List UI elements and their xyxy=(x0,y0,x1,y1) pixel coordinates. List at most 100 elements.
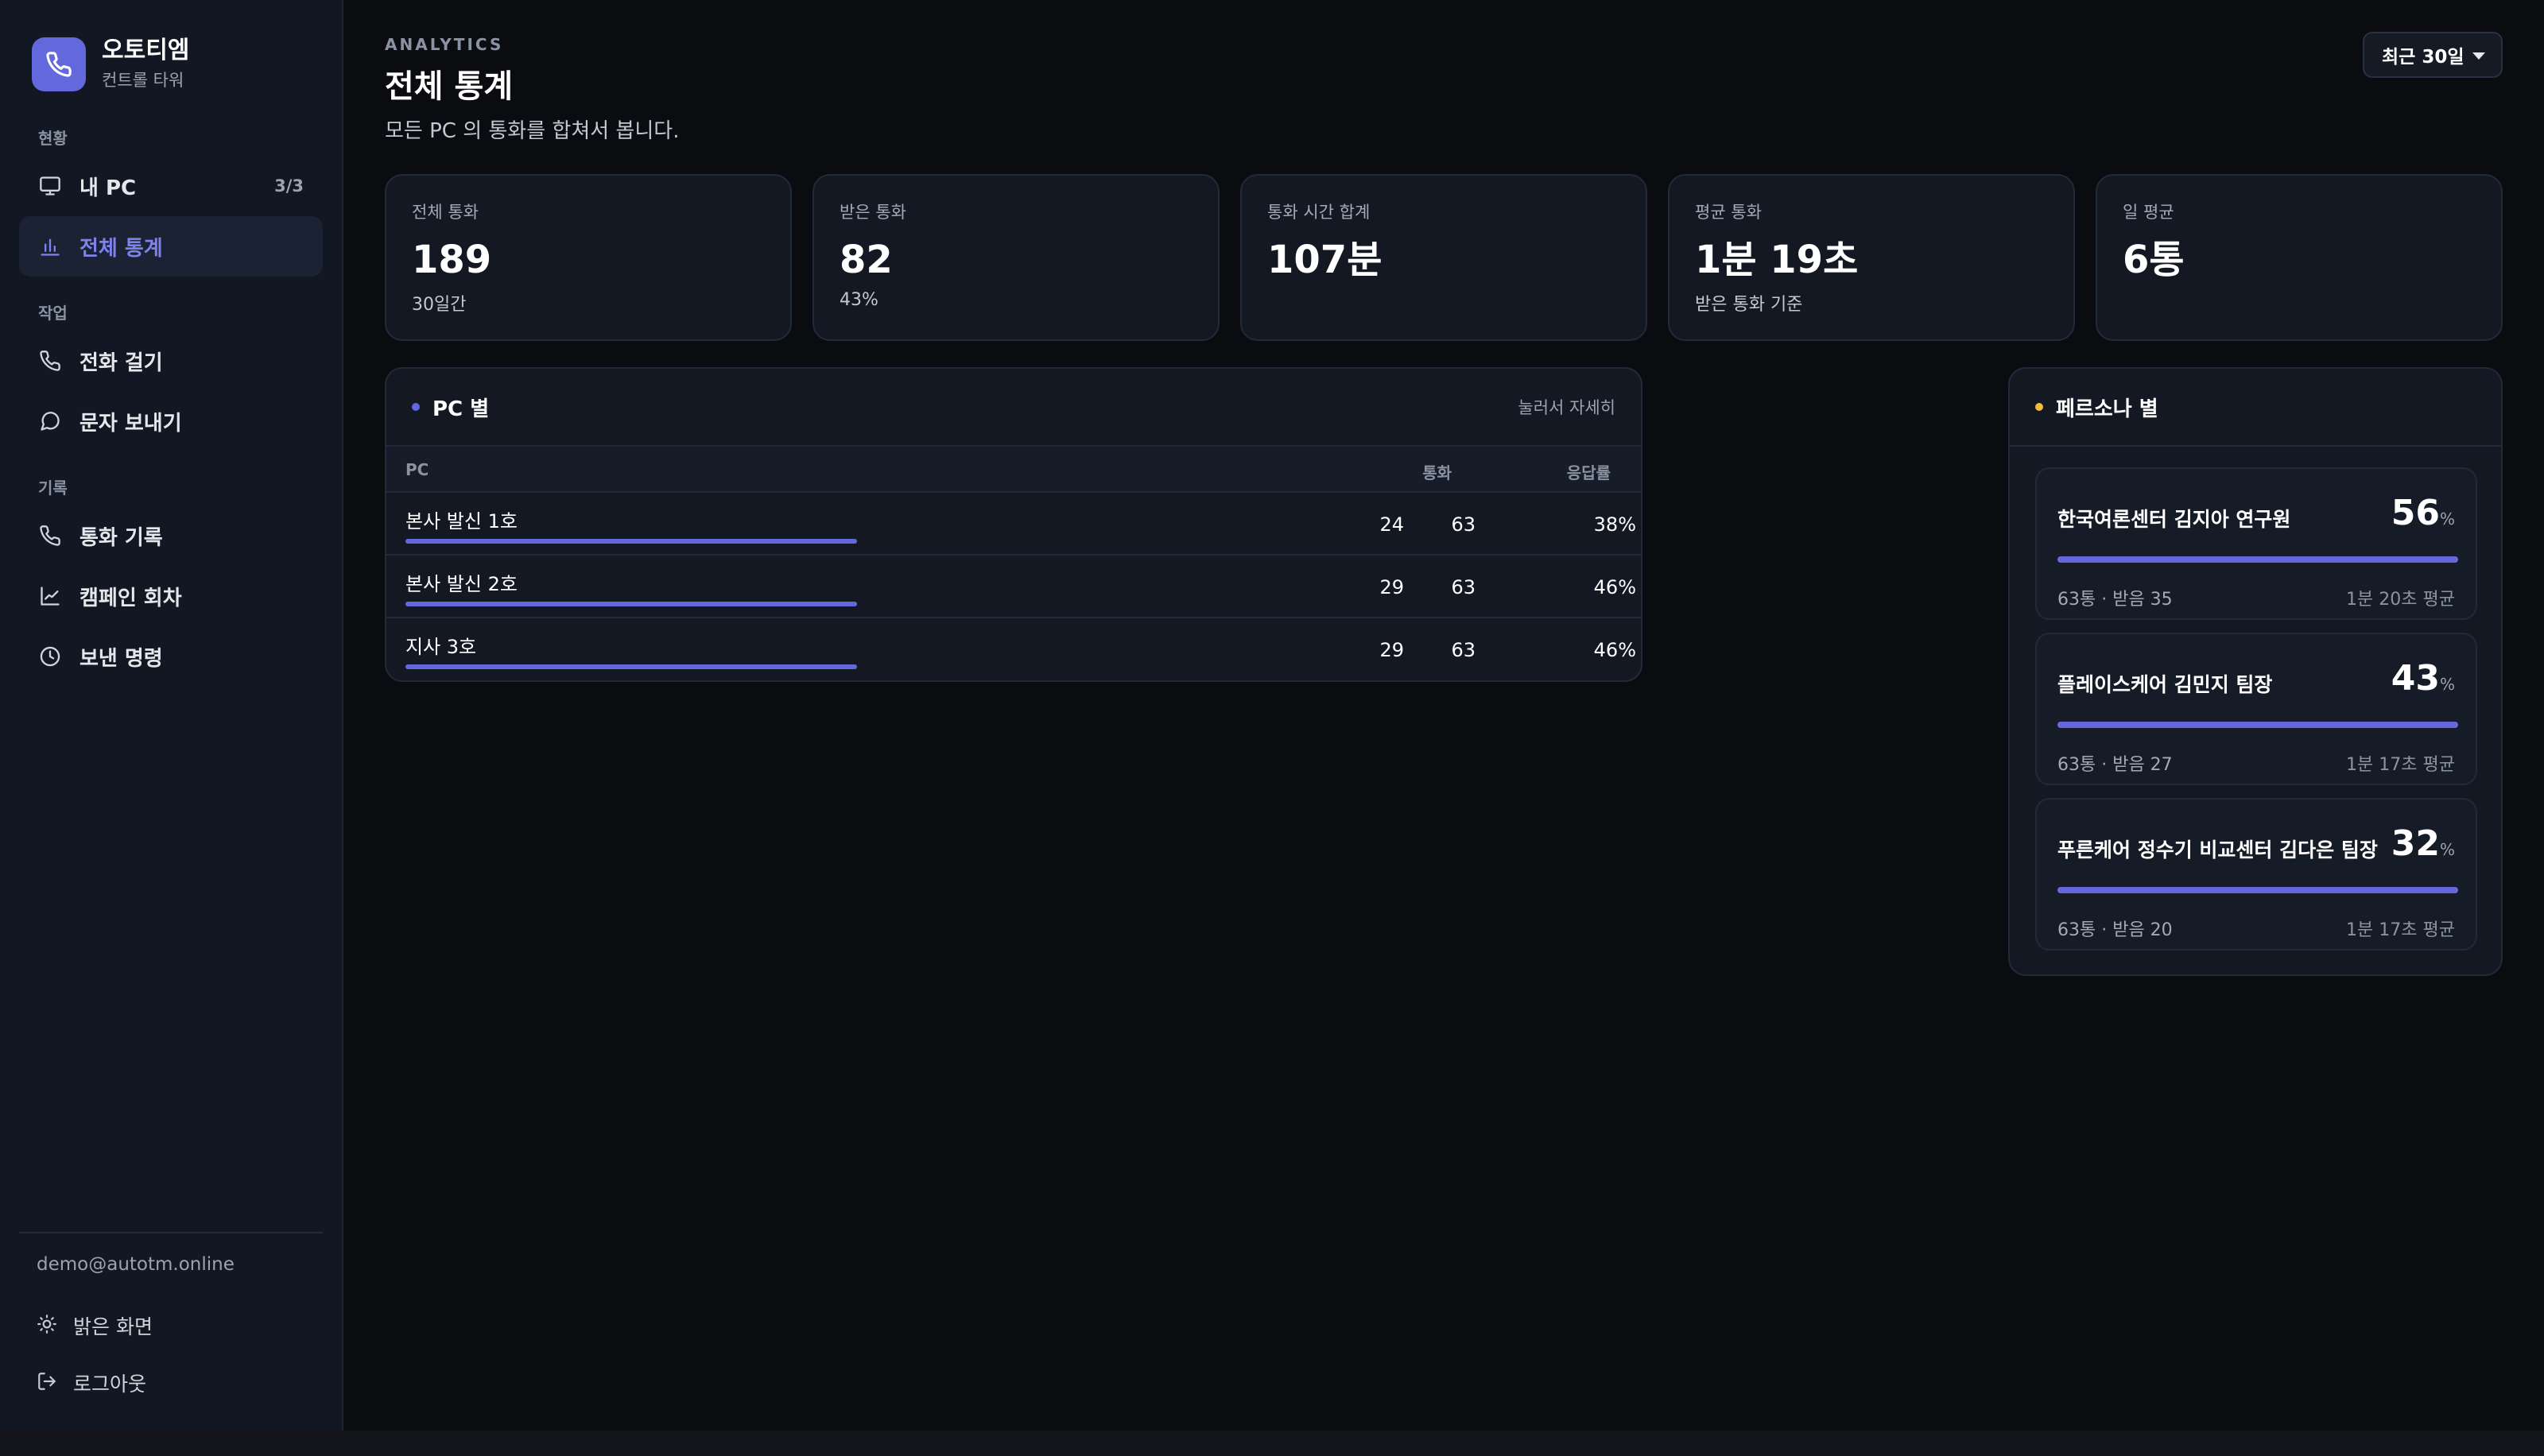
column-header-rate: 응답률 xyxy=(1566,463,1611,482)
persona-name: 한국여론센터 김지아 연구원 xyxy=(2057,508,2291,531)
persona-rate: 43% xyxy=(2391,658,2455,699)
pc-dot-icon xyxy=(412,403,420,411)
stat-card-total-duration: 통화 시간 합계 107분 xyxy=(1240,174,1647,341)
table-row[interactable]: 본사 발신 1호 63 24 38% xyxy=(386,493,1641,556)
light-mode-toggle[interactable]: 밝은 화면 xyxy=(37,1311,153,1340)
sidebar-item-label: 캠페인 회차 xyxy=(80,586,182,610)
persona-name: 플레이스케어 김민지 팀장 xyxy=(2057,673,2273,696)
persona-rate-unit: % xyxy=(2439,675,2455,694)
persona-rate: 56% xyxy=(2391,493,2455,533)
user-email: demo@autotm.online xyxy=(37,1254,235,1275)
date-range-select[interactable]: 최근 30일 xyxy=(2363,32,2503,78)
pc-count-badge: 3/3 xyxy=(274,176,304,196)
persona-card[interactable]: 푸른케어 정수기 비교센터 김다은 팀장 32% 63통 · 받음 20 1분 … xyxy=(2035,798,2477,951)
sidebar-item-label: 전화 걸기 xyxy=(80,350,163,375)
sidebar-item-my-pc[interactable]: 내 PC 3/3 xyxy=(19,156,323,216)
light-mode-label: 밝은 화면 xyxy=(73,1315,153,1338)
brand-subtitle: 컨트롤 타워 xyxy=(102,71,184,90)
persona-rate-bar-fill xyxy=(2057,722,2458,728)
column-header-pc: PC xyxy=(405,460,429,479)
section-label-records: 기록 xyxy=(38,478,68,498)
persona-average: 1분 20초 평균 xyxy=(2346,590,2455,610)
pc-answered: 29 xyxy=(1379,576,1404,598)
panel-header: PC 별 눌러서 자세히 xyxy=(386,369,1641,447)
stat-cards: 전체 통화 189 30일간 받은 통화 82 43% 통화 시간 합계 107… xyxy=(385,174,2503,341)
persona-dot-icon xyxy=(2035,403,2043,411)
sidebar-item-label: 보낸 명령 xyxy=(80,646,163,671)
persona-meta: 63통 · 받음 27 xyxy=(2057,755,2173,775)
stat-label: 일 평균 xyxy=(2123,203,2174,222)
stat-value: 107분 xyxy=(1267,238,1383,282)
sidebar: 오토티엠 컨트롤 타워 현황 내 PC 3/3 전체 통계 작업 전화 걸기 문… xyxy=(0,0,343,1431)
pc-share-bar-fill xyxy=(405,539,857,544)
persona-rate-bar-fill xyxy=(2057,887,2458,893)
pc-rate: 46% xyxy=(1593,639,1636,661)
sidebar-item-label: 문자 보내기 xyxy=(80,411,182,436)
persona-rate-value: 32 xyxy=(2391,823,2440,864)
stat-label: 전체 통화 xyxy=(412,203,479,222)
line-chart-icon xyxy=(38,584,62,608)
table-row[interactable]: 본사 발신 2호 63 29 46% xyxy=(386,556,1641,618)
pc-share-bar xyxy=(405,539,857,544)
logout-button[interactable]: 로그아웃 xyxy=(37,1369,146,1397)
stat-card-average-call: 평균 통화 1분 19초 받은 통화 기준 xyxy=(1668,174,2075,341)
sidebar-item-send-sms[interactable]: 문자 보내기 xyxy=(19,391,323,451)
sidebar-item-call-log[interactable]: 통화 기록 xyxy=(19,505,323,566)
sidebar-item-label: 내 PC xyxy=(80,176,137,200)
pc-name: 본사 발신 1호 xyxy=(405,510,518,532)
panel-title: PC 별 xyxy=(432,397,490,421)
logout-label: 로그아웃 xyxy=(73,1373,147,1396)
persona-card[interactable]: 플레이스케어 김민지 팀장 43% 63통 · 받음 27 1분 17초 평균 xyxy=(2035,633,2477,785)
brand-name: 오토티엠 xyxy=(102,37,190,64)
main-content: ANALYTICS 전체 통계 모든 PC 의 통화를 합쳐서 봅니다. 최근 … xyxy=(343,0,2544,1431)
persona-rate-bar xyxy=(2057,556,2458,563)
persona-breakdown-panel: 페르소나 별 한국여론센터 김지아 연구원 56% 63통 · 받음 35 1분… xyxy=(2008,367,2503,976)
phone-icon xyxy=(38,349,62,373)
sidebar-divider xyxy=(19,1232,323,1233)
chevron-down-icon xyxy=(2472,52,2485,60)
pc-breakdown-panel: PC 별 눌러서 자세히 PC 통화 받음 응답률 본사 발신 1호 63 24… xyxy=(385,367,1642,682)
pc-rate: 46% xyxy=(1593,576,1636,598)
sidebar-item-make-call[interactable]: 전화 걸기 xyxy=(19,331,323,391)
clock-icon xyxy=(38,645,62,668)
sun-icon xyxy=(37,1314,57,1338)
section-label-tasks: 작업 xyxy=(38,304,68,323)
section-label-status: 현황 xyxy=(38,129,68,148)
sidebar-item-analytics[interactable]: 전체 통계 xyxy=(19,216,323,277)
sidebar-item-label: 통화 기록 xyxy=(80,525,163,550)
panel-hint: 눌러서 자세히 xyxy=(1518,398,1615,417)
persona-rate-unit: % xyxy=(2439,840,2455,859)
logout-icon xyxy=(37,1371,57,1395)
brand[interactable]: 오토티엠 컨트롤 타워 xyxy=(32,37,189,92)
stat-card-daily-average: 일 평균 6통 xyxy=(2096,174,2503,341)
pc-name: 지사 3호 xyxy=(405,636,477,658)
sidebar-item-sent-commands[interactable]: 보낸 명령 xyxy=(19,626,323,687)
pc-answered: 24 xyxy=(1379,513,1404,536)
table-row[interactable]: 지사 3호 63 29 46% xyxy=(386,618,1641,680)
pc-share-bar xyxy=(405,602,857,606)
stat-value: 6통 xyxy=(2123,238,2185,282)
stat-value: 189 xyxy=(412,238,492,282)
date-range-value: 최근 30일 xyxy=(2382,47,2464,68)
phone-logo-icon xyxy=(32,37,86,91)
pc-answered: 29 xyxy=(1379,639,1404,661)
table-header: PC 통화 받음 응답률 xyxy=(386,447,1641,493)
panel-header: 페르소나 별 xyxy=(2010,369,2501,447)
persona-rate-value: 56 xyxy=(2391,493,2440,533)
phone-icon xyxy=(38,524,62,548)
sidebar-item-campaign-rounds[interactable]: 캠페인 회차 xyxy=(19,566,323,626)
stat-value: 1분 19초 xyxy=(1695,238,1859,282)
panel-title: 페르소나 별 xyxy=(2056,397,2158,421)
persona-rate: 32% xyxy=(2391,823,2455,864)
persona-name: 푸른케어 정수기 비교센터 김다은 팀장 xyxy=(2057,838,2378,862)
persona-rate-bar-fill xyxy=(2057,556,2458,563)
stat-sub: 43% xyxy=(840,290,878,310)
sidebar-item-label: 전체 통계 xyxy=(80,236,163,261)
stat-sub: 받은 통화 기준 xyxy=(1695,295,1803,315)
persona-rate-value: 43 xyxy=(2391,658,2440,699)
monitor-icon xyxy=(38,174,62,198)
column-header-calls: 통화 xyxy=(1422,463,1452,482)
persona-card[interactable]: 한국여론센터 김지아 연구원 56% 63통 · 받음 35 1분 20초 평균 xyxy=(2035,467,2477,620)
persona-rate-unit: % xyxy=(2439,509,2455,529)
page-title: 전체 통계 xyxy=(385,68,514,105)
